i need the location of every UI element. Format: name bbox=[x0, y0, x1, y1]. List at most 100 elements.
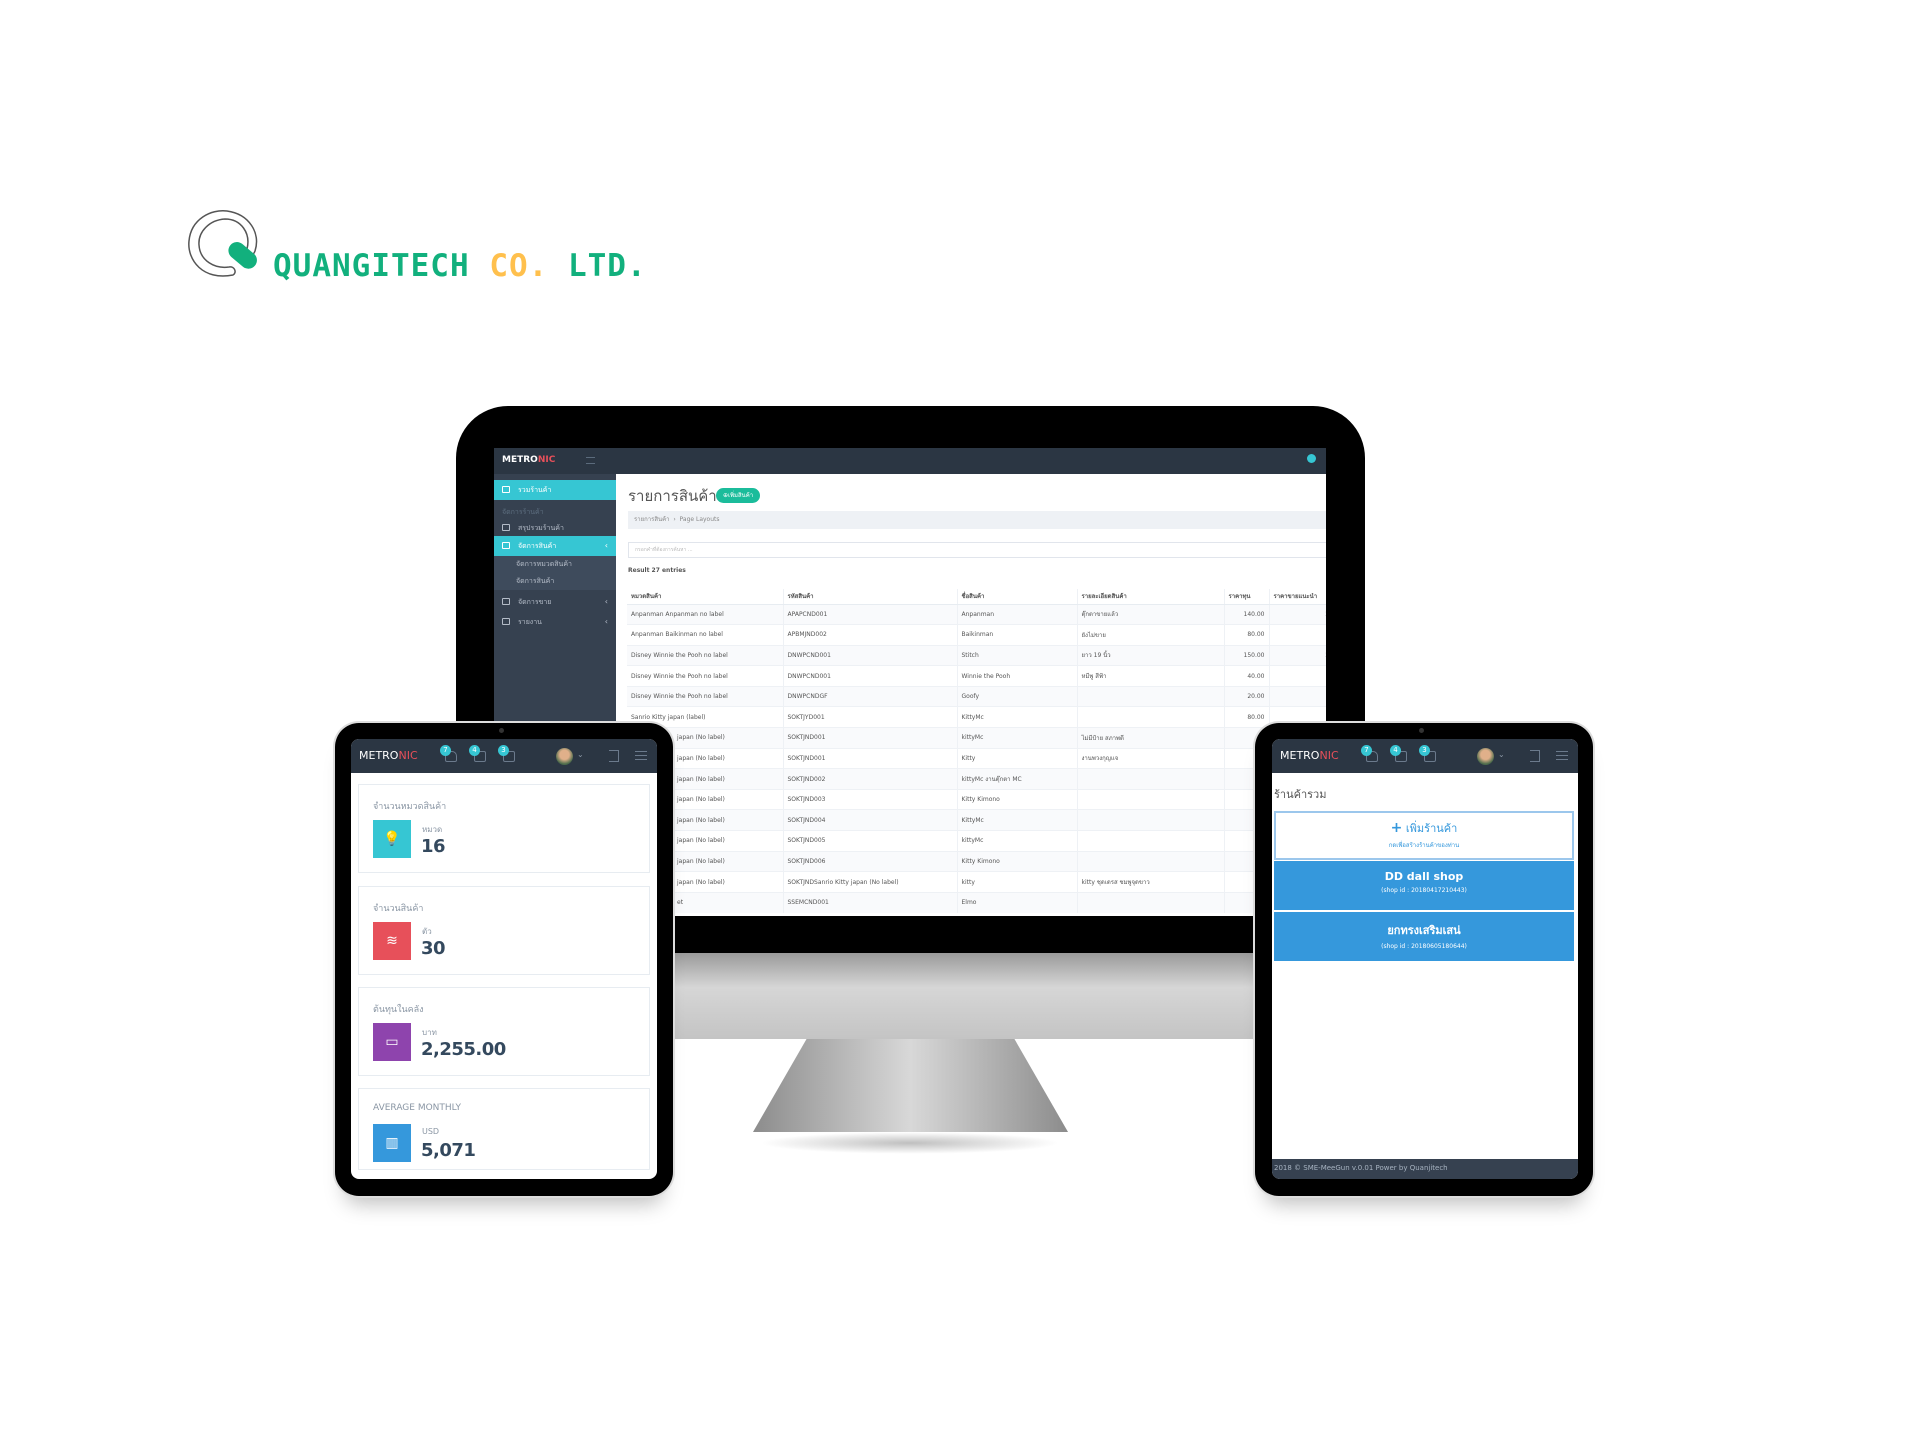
stat-card: จำนวนหมวดสินค้า 💡 หมวด 16 bbox=[358, 784, 650, 873]
sidebar-toggle-icon[interactable] bbox=[586, 457, 595, 464]
sidebar-item[interactable]: สรุปรวมร้านค้า bbox=[494, 518, 616, 538]
table-row[interactable]: Anpanman Baikinman no label APBMJND002 Bai… bbox=[627, 624, 1326, 646]
table-cell: Winnie the Pooh bbox=[957, 665, 1078, 687]
column-header[interactable]: ราคาทุน bbox=[1224, 589, 1270, 605]
breadcrumb: รายการสินค้า › Page Layouts bbox=[628, 511, 1326, 529]
sidebar-item-label: รวมร้านค้า bbox=[518, 486, 552, 494]
footer: 2018 © SME-MeeGun v.0.01 Power by Quanji… bbox=[1272, 1159, 1578, 1179]
logout-icon[interactable] bbox=[1530, 750, 1540, 762]
sidebar-item[interactable]: จัดการสินค้า ‹ bbox=[494, 536, 616, 556]
chevron-left-icon: ‹ bbox=[604, 617, 608, 626]
table-row[interactable]: Disney Winnie the Pooh no label DNWPCND00… bbox=[627, 665, 1326, 687]
logout-icon[interactable] bbox=[609, 750, 619, 762]
add-shop-button[interactable]: + เพิ่มร้านค้า กดเพื่อสร้างร้านค้าของท่า… bbox=[1274, 811, 1574, 860]
chevron-left-icon: ‹ bbox=[604, 597, 608, 606]
table-cell: ยาว 19 นิ้ว bbox=[1077, 644, 1225, 666]
tasks-badge: 3 bbox=[498, 745, 509, 756]
stat-title: AVERAGE MONTHLY bbox=[373, 1103, 461, 1113]
right-tablet: METRONIC 7 4 3 ⌄ ร้านค้ารวม + เพิ่มร้านค… bbox=[1255, 723, 1593, 1196]
mobile-header: METRONIC 7 4 3 ⌄ bbox=[1272, 739, 1578, 773]
table-row[interactable]: Disney Winnie the Pooh no label DNWPCNDGF… bbox=[627, 685, 1326, 707]
menu-icon[interactable] bbox=[635, 751, 647, 760]
avatar[interactable] bbox=[1477, 748, 1494, 765]
table-row[interactable]: japan (No label) SOKTJND001 Kitty งานพวงกุญ… bbox=[627, 747, 1326, 769]
breadcrumb-item[interactable]: รายการสินค้า bbox=[634, 516, 669, 523]
table-row[interactable]: japan (No label) SOKTJND002 kittyMc งานตุ๊… bbox=[627, 768, 1326, 790]
brand-logo[interactable]: METRONIC bbox=[502, 455, 555, 465]
sidebar-item[interactable]: รวมร้านค้า bbox=[494, 480, 616, 500]
company-logo-icon bbox=[188, 210, 258, 277]
table-cell: Baikinman bbox=[957, 624, 1078, 646]
chevron-down-icon[interactable]: ⌄ bbox=[577, 750, 584, 759]
products-table: หมวดสินค้า รหัสสินค้า ชื่อสินค้า รายละเอียด… bbox=[627, 589, 1326, 913]
brand-main: METRO bbox=[502, 455, 538, 465]
shop-card[interactable]: ยกทรงเสริมเสน่ (shop id : 20180605180644… bbox=[1274, 912, 1574, 961]
table-row[interactable]: Disney Winnie the Pooh no label DNWPCND00… bbox=[627, 644, 1326, 666]
menu-icon[interactable] bbox=[1556, 751, 1568, 760]
table-cell bbox=[1077, 706, 1225, 728]
table-row[interactable]: japan (No label) SOKTJNDSanrio Kitty japa… bbox=[627, 871, 1326, 893]
plus-icon: + bbox=[1390, 820, 1403, 836]
column-header[interactable]: รายละเอียดสินค้า bbox=[1077, 589, 1225, 605]
table-cell bbox=[1077, 891, 1225, 913]
table-row[interactable]: japan (No label) SOKTJND001 kittyMc ไม่มีป้… bbox=[627, 727, 1326, 749]
table-row[interactable]: japan (No label)SOKTJND003Kitty Kimono12… bbox=[627, 788, 1326, 810]
column-header[interactable]: ราคาขายแนะนำ bbox=[1269, 589, 1326, 605]
chevron-down-icon[interactable]: ⌄ bbox=[1498, 750, 1505, 759]
table-cell: ยังไม่ขาย bbox=[1077, 624, 1225, 646]
table-cell bbox=[1077, 809, 1225, 831]
brand-main: METRO bbox=[1280, 749, 1320, 762]
table-cell: Anpanman bbox=[957, 603, 1078, 625]
table-cell: ตุ๊กตาขายแล้ว bbox=[1077, 603, 1225, 625]
table-row[interactable]: japan (No label)SOKTJND005kittyMc50 bbox=[627, 830, 1326, 852]
stat-value: 2,255.00 bbox=[421, 1039, 506, 1060]
table-cell: SOKTJND002 bbox=[783, 768, 958, 790]
table-cell: Kitty Kimono bbox=[957, 788, 1078, 810]
column-header[interactable]: ชื่อสินค้า bbox=[957, 589, 1078, 605]
table-row[interactable]: japan (No label)SOKTJND006Kitty Kimono50 bbox=[627, 850, 1326, 872]
shop-name: ยกทรงเสริมเสน่ bbox=[1387, 924, 1461, 937]
table-cell: SOKTJND004 bbox=[783, 809, 958, 831]
breadcrumb-current: Page Layouts bbox=[679, 516, 720, 523]
add-product-button[interactable]: ⊕เพิ่มสินค้า bbox=[716, 488, 761, 503]
breadcrumb-separator: › bbox=[673, 516, 676, 523]
table-cell: 80.00 bbox=[1224, 624, 1270, 646]
table-row[interactable]: Anpanman Anpanman no label APAPCND001 Anpa… bbox=[627, 603, 1326, 625]
home-icon bbox=[502, 486, 510, 493]
sidebar-item[interactable]: จัดการขาย ‹ bbox=[494, 592, 616, 612]
sidebar-item[interactable]: รายงาน ‹ bbox=[494, 612, 616, 632]
table-cell: APAPCND001 bbox=[783, 603, 958, 625]
sidebar-item-label: จัดการขาย bbox=[518, 598, 552, 606]
table-cell: kitty ชุดเดรส ชมพูจุดขาว bbox=[1077, 871, 1225, 893]
stat-unit: หมวด bbox=[422, 825, 443, 834]
dashboard-screen: METRONIC 7 4 3 ⌄ จำนวนหมวดสินค้า 💡 หมวด 16 จ… bbox=[351, 739, 657, 1179]
table-row[interactable]: etSSEMCND001Elmo50 bbox=[627, 891, 1326, 913]
table-cell: Anpanman Anpanman no label bbox=[627, 603, 784, 625]
table-row[interactable]: japan (No label)SOKTJND004KittyMc80 bbox=[627, 809, 1326, 831]
table-cell: DNWPCND001 bbox=[783, 665, 958, 687]
table-cell: SOKTJND005 bbox=[783, 830, 958, 852]
sidebar-item[interactable]: จัดการหมวดสินค้า bbox=[494, 556, 616, 573]
sidebar-item[interactable]: จัดการสินค้า bbox=[494, 573, 616, 590]
notification-bell-icon[interactable] bbox=[1307, 454, 1316, 463]
table-cell: DNWPCND001 bbox=[783, 644, 958, 666]
notification-badge: 7 bbox=[440, 745, 451, 756]
column-header[interactable]: รหัสสินค้า bbox=[783, 589, 958, 605]
sidebar-item-label: จัดการสินค้า bbox=[516, 577, 555, 585]
shop-card[interactable]: DD dall shop (shop id : 20180417210443) bbox=[1274, 861, 1574, 910]
inbox-badge: 4 bbox=[469, 745, 480, 756]
brand-logo[interactable]: METRONIC bbox=[359, 749, 418, 762]
sidebar-item-label: จัดการร้านค้า bbox=[502, 508, 544, 516]
search-input[interactable]: กรอกคำที่ต้องการค้นหา ... bbox=[628, 542, 1326, 558]
avatar[interactable] bbox=[556, 748, 573, 765]
stat-unit: ตัว bbox=[422, 927, 432, 936]
table-cell: 64.0 bbox=[1269, 665, 1326, 687]
table-row[interactable]: Sanrio Kitty japan (label) SOKTJYD001 Kitt… bbox=[627, 706, 1326, 728]
table-cell: 32.0 bbox=[1269, 685, 1326, 707]
table-cell: Disney Winnie the Pooh no label bbox=[627, 644, 784, 666]
stat-value: 16 bbox=[421, 836, 446, 857]
brand-logo[interactable]: METRONIC bbox=[1280, 749, 1339, 762]
brand-accent: NIC bbox=[537, 455, 556, 465]
layers-icon: ≋ bbox=[373, 922, 411, 960]
column-header[interactable]: หมวดสินค้า bbox=[627, 589, 784, 605]
